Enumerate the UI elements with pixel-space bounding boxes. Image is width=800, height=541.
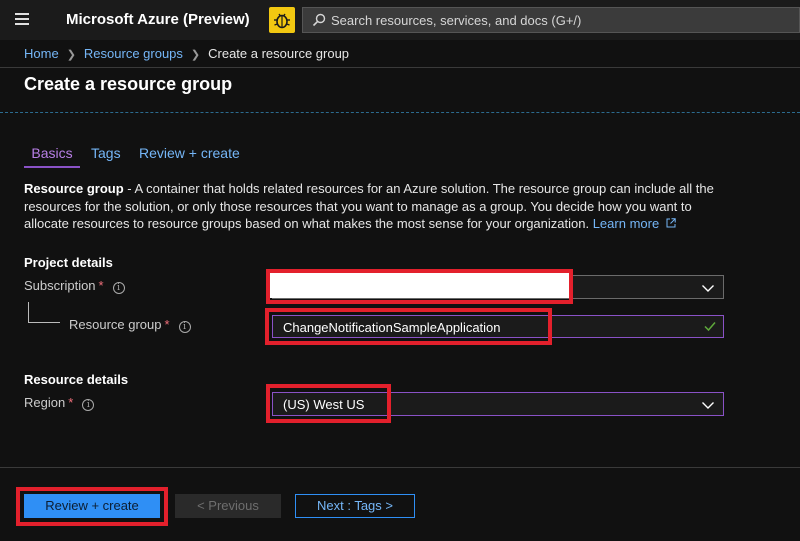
- tab-basics[interactable]: Basics: [24, 144, 80, 168]
- info-icon[interactable]: i: [112, 282, 125, 294]
- highlight-box: [16, 487, 168, 526]
- external-link-icon: [666, 218, 676, 228]
- title-divider: [0, 112, 800, 113]
- feedback-button[interactable]: [269, 7, 295, 33]
- breadcrumb-current: Create a resource group: [208, 46, 350, 61]
- top-bar: Microsoft Azure (Preview) Search resourc…: [0, 0, 800, 40]
- subscription-label: Subscription * i: [24, 278, 125, 294]
- tree-connector: [28, 302, 29, 323]
- page-title: Create a resource group: [24, 74, 233, 94]
- learn-more-link[interactable]: Learn more: [593, 216, 676, 231]
- highlight-box: [266, 384, 391, 423]
- breadcrumb: Home ❯ Resource groups ❯ Create a resource g…: [24, 46, 349, 61]
- menu-icon[interactable]: [15, 13, 29, 25]
- required-mark: *: [164, 317, 170, 332]
- description: Resource group - A container that holds …: [24, 180, 724, 233]
- info-icon[interactable]: i: [178, 321, 191, 333]
- chevron-down-icon: [702, 285, 714, 292]
- learn-more-label: Learn more: [592, 216, 660, 231]
- subscription-label-text: Subscription: [24, 278, 96, 293]
- chevron-right-icon: ❯: [190, 49, 201, 61]
- previous-button[interactable]: < Previous: [175, 494, 281, 518]
- resource-details-heading: Resource details: [24, 372, 129, 387]
- tab-tags[interactable]: Tags: [91, 144, 121, 161]
- tree-connector: [28, 322, 60, 323]
- search-input[interactable]: Search resources, services, and docs (G+…: [302, 7, 800, 33]
- chevron-right-icon: ❯: [66, 49, 76, 61]
- info-icon[interactable]: i: [82, 399, 95, 411]
- region-label: Region * i: [24, 395, 95, 411]
- required-mark: *: [68, 395, 74, 410]
- region-label-text: Region: [24, 395, 66, 410]
- bug-feedback-icon: [274, 13, 290, 29]
- app-title[interactable]: Microsoft Azure (Preview): [66, 11, 250, 28]
- resource-group-label: Resource group * i: [69, 317, 191, 333]
- next-tags-button[interactable]: Next : Tags >: [295, 494, 415, 518]
- footer-divider: [0, 467, 800, 468]
- chevron-down-icon: [702, 402, 714, 409]
- breadcrumb-home[interactable]: Home: [24, 46, 59, 61]
- divider: [0, 67, 800, 68]
- project-details-heading: Project details: [24, 255, 113, 270]
- breadcrumb-resource-groups[interactable]: Resource groups: [84, 46, 183, 61]
- tab-review-create[interactable]: Review + create: [139, 144, 240, 161]
- search-placeholder: Search resources, services, and docs (G+…: [331, 13, 582, 28]
- resource-group-label-text: Resource group: [69, 317, 162, 332]
- checkmark-icon: [704, 322, 716, 332]
- required-mark: *: [98, 278, 104, 293]
- description-term: Resource group: [24, 181, 124, 196]
- highlight-box: [266, 269, 573, 304]
- search-icon: [312, 13, 326, 27]
- highlight-box: [265, 308, 552, 345]
